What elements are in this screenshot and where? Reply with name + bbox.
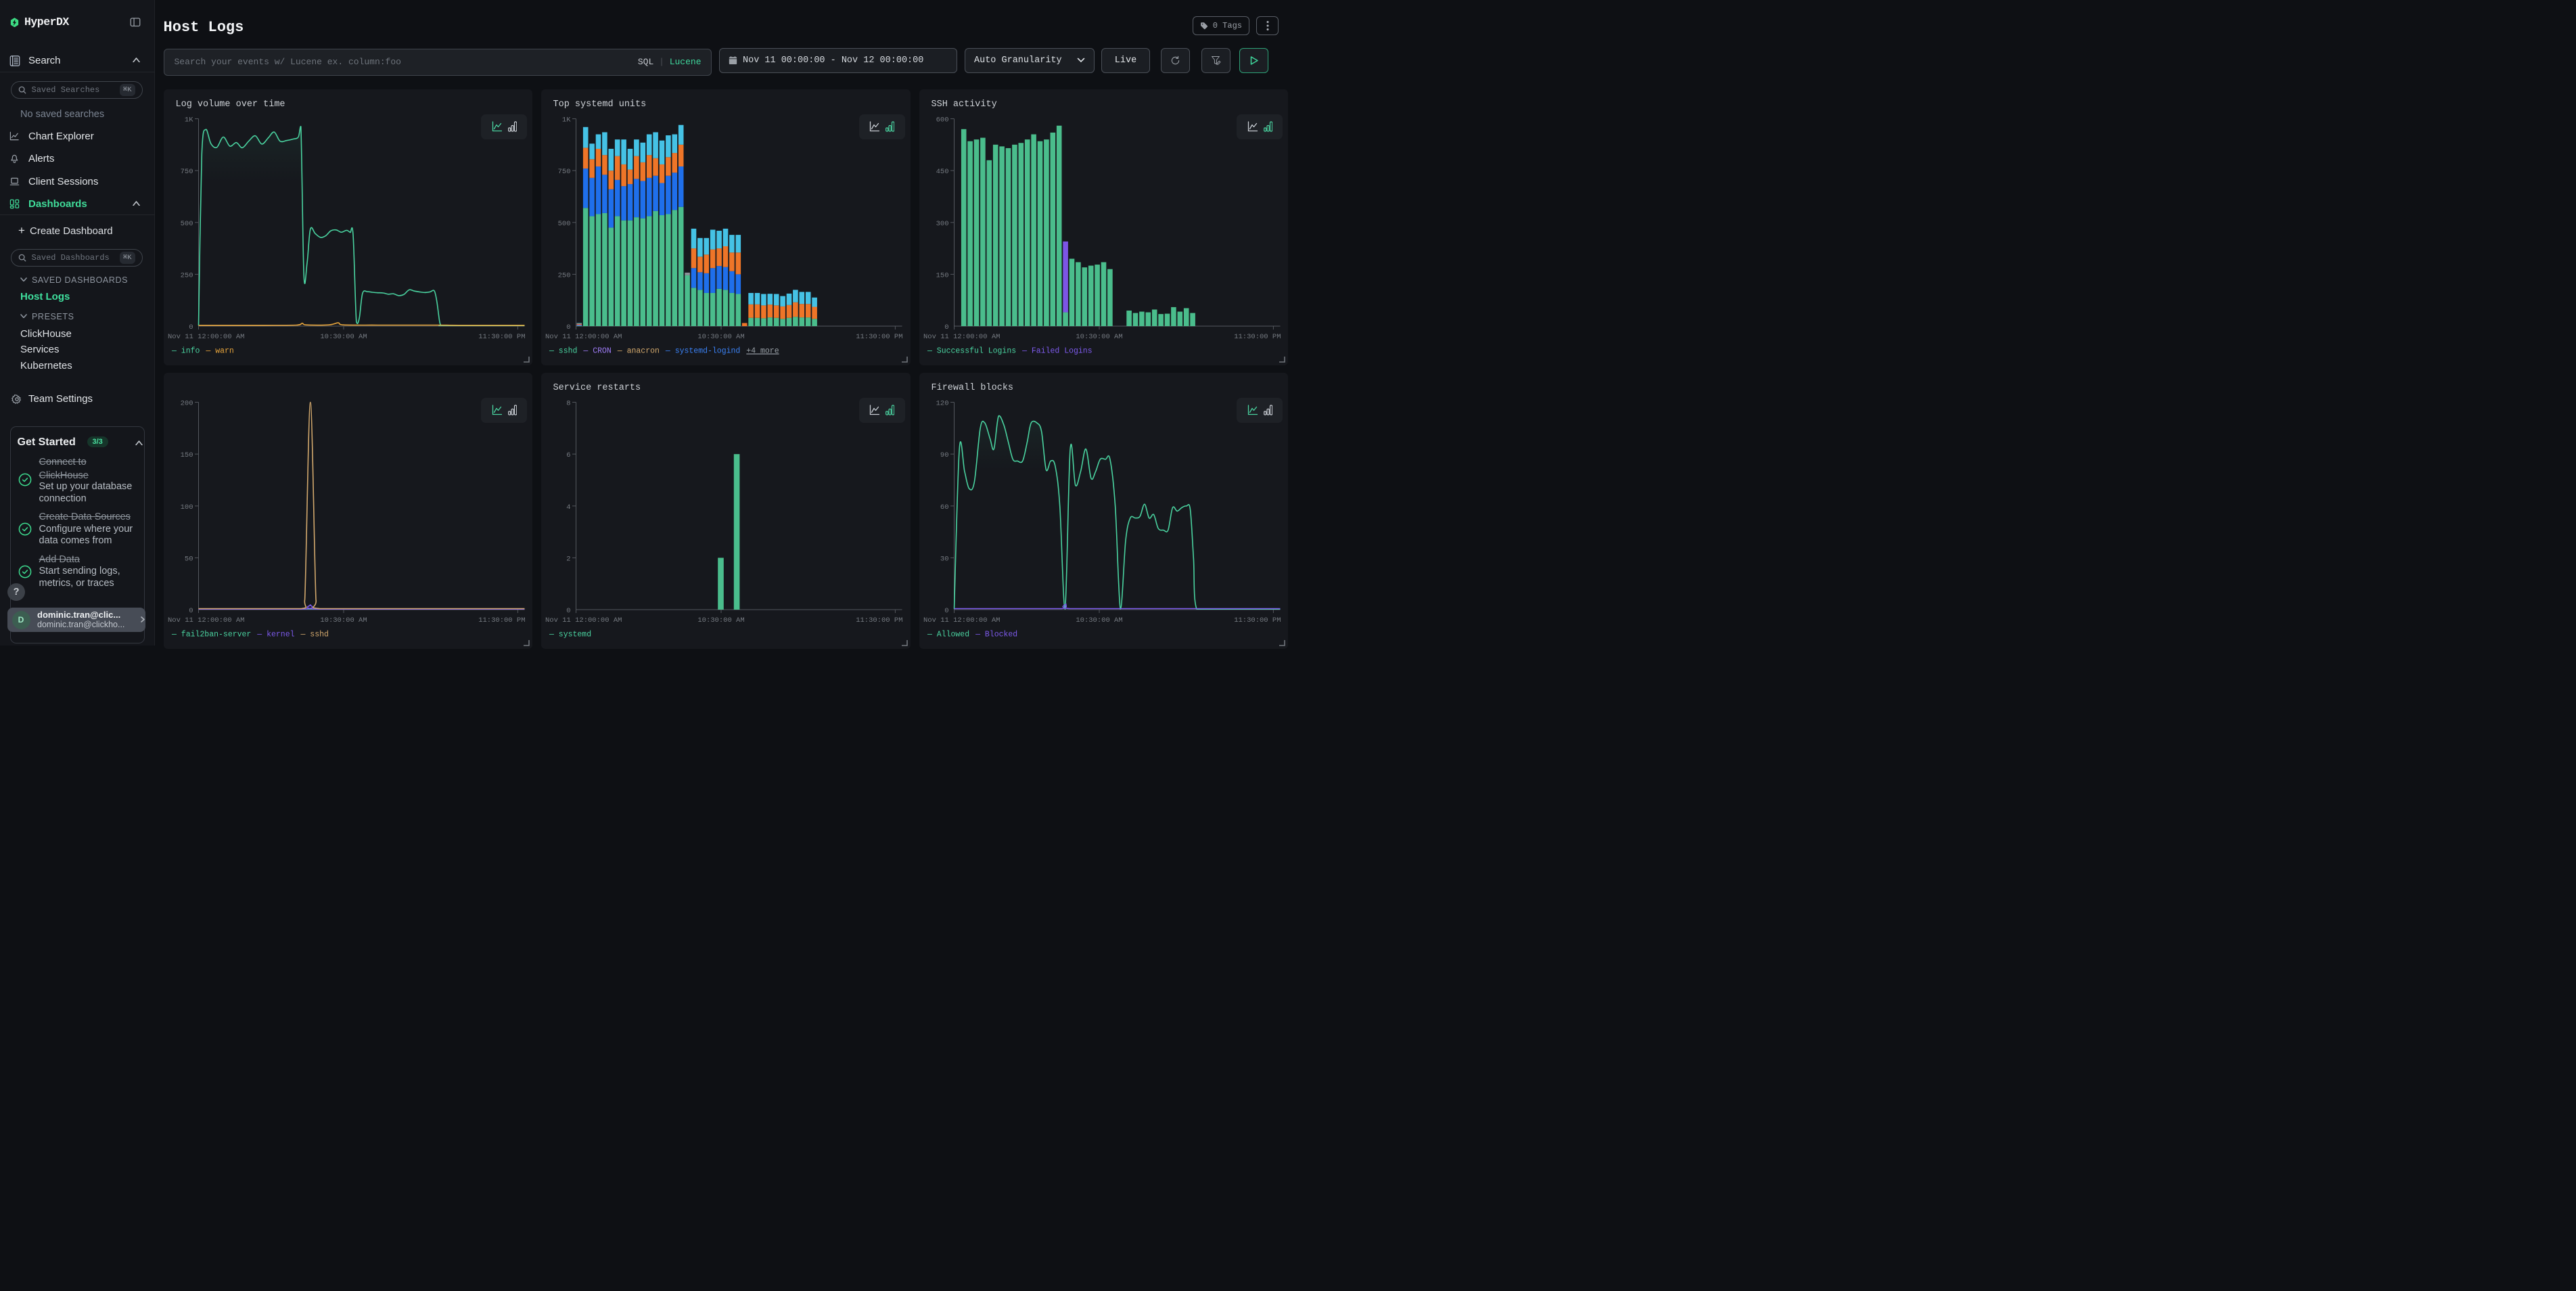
svg-text:— Allowed: — Allowed (927, 630, 969, 639)
svg-text:11:30:00 PM: 11:30:00 PM (856, 333, 902, 341)
svg-text:10:30:00 AM: 10:30:00 AM (320, 616, 367, 625)
svg-text:60: 60 (940, 503, 948, 511)
svg-text:200: 200 (180, 399, 193, 407)
svg-text:— systemd: — systemd (549, 630, 591, 639)
svg-text:10:30:00 AM: 10:30:00 AM (697, 333, 744, 341)
svg-text:30: 30 (940, 555, 948, 563)
svg-text:750: 750 (558, 168, 571, 176)
svg-text:600: 600 (936, 116, 948, 124)
svg-text:4: 4 (566, 503, 570, 511)
svg-text:— Blocked: — Blocked (975, 630, 1017, 639)
svg-text:250: 250 (180, 271, 193, 279)
svg-text:10:30:00 AM: 10:30:00 AM (1076, 333, 1122, 341)
svg-text:11:30:00 PM: 11:30:00 PM (1234, 616, 1281, 625)
svg-text:450: 450 (936, 168, 948, 176)
svg-text:Nov 11 12:00:00 AM: Nov 11 12:00:00 AM (168, 333, 244, 341)
svg-text:— anacron: — anacron (617, 346, 660, 355)
svg-text:Log volume over time: Log volume over time (175, 99, 285, 110)
svg-text:Service restarts: Service restarts (553, 383, 641, 393)
svg-text:0: 0 (944, 323, 948, 332)
svg-text:500: 500 (558, 219, 571, 227)
svg-text:10:30:00 AM: 10:30:00 AM (320, 333, 367, 341)
svg-text:120: 120 (936, 399, 948, 407)
svg-text:10:30:00 AM: 10:30:00 AM (1076, 616, 1122, 625)
svg-text:10:30:00 AM: 10:30:00 AM (697, 616, 744, 625)
svg-text:8: 8 (566, 399, 570, 407)
svg-text:500: 500 (180, 219, 193, 227)
svg-text:250: 250 (558, 271, 571, 279)
svg-text:100: 100 (180, 503, 193, 511)
svg-text:0: 0 (566, 607, 570, 615)
svg-text:50: 50 (184, 555, 193, 563)
svg-text:Nov 11 12:00:00 AM: Nov 11 12:00:00 AM (168, 616, 244, 625)
svg-text:— info: — info (171, 346, 200, 355)
svg-text:— warn: — warn (205, 346, 233, 355)
svg-text:SSH activity: SSH activity (931, 99, 996, 110)
svg-text:Top systemd units: Top systemd units (553, 99, 647, 110)
svg-text:Nov 11 12:00:00 AM: Nov 11 12:00:00 AM (923, 616, 1000, 625)
svg-text:2: 2 (566, 555, 570, 563)
svg-text:150: 150 (936, 271, 948, 279)
svg-text:Nov 11 12:00:00 AM: Nov 11 12:00:00 AM (923, 333, 1000, 341)
svg-text:11:30:00 PM: 11:30:00 PM (1234, 333, 1281, 341)
svg-text:750: 750 (180, 168, 193, 176)
svg-text:90: 90 (940, 451, 948, 459)
svg-text:— systemd-logind: — systemd-logind (665, 346, 740, 355)
svg-text:Nov 11 12:00:00 AM: Nov 11 12:00:00 AM (545, 616, 622, 625)
svg-text:150: 150 (180, 451, 193, 459)
svg-text:0: 0 (566, 323, 570, 332)
svg-text:11:30:00 PM: 11:30:00 PM (478, 333, 525, 341)
svg-text:— CRON: — CRON (582, 346, 611, 355)
svg-text:+4 more: +4 more (746, 346, 779, 355)
svg-text:Nov 11 12:00:00 AM: Nov 11 12:00:00 AM (545, 333, 622, 341)
svg-text:0: 0 (944, 607, 948, 615)
svg-text:1K: 1K (184, 116, 193, 124)
svg-text:1K: 1K (562, 116, 571, 124)
svg-text:— fail2ban-server: — fail2ban-server (171, 630, 251, 639)
svg-text:— sshd: — sshd (300, 630, 328, 639)
svg-text:0: 0 (189, 323, 193, 332)
svg-text:11:30:00 PM: 11:30:00 PM (856, 616, 902, 625)
svg-text:— sshd: — sshd (549, 346, 577, 355)
svg-text:0: 0 (189, 607, 193, 615)
svg-text:6: 6 (566, 451, 570, 459)
svg-text:Firewall blocks: Firewall blocks (931, 383, 1013, 393)
svg-text:— Failed Logins: — Failed Logins (1021, 346, 1092, 355)
svg-text:11:30:00 PM: 11:30:00 PM (478, 616, 525, 625)
svg-text:— kernel: — kernel (256, 630, 294, 639)
svg-text:300: 300 (936, 219, 948, 227)
svg-text:— Successful Logins: — Successful Logins (927, 346, 1016, 355)
